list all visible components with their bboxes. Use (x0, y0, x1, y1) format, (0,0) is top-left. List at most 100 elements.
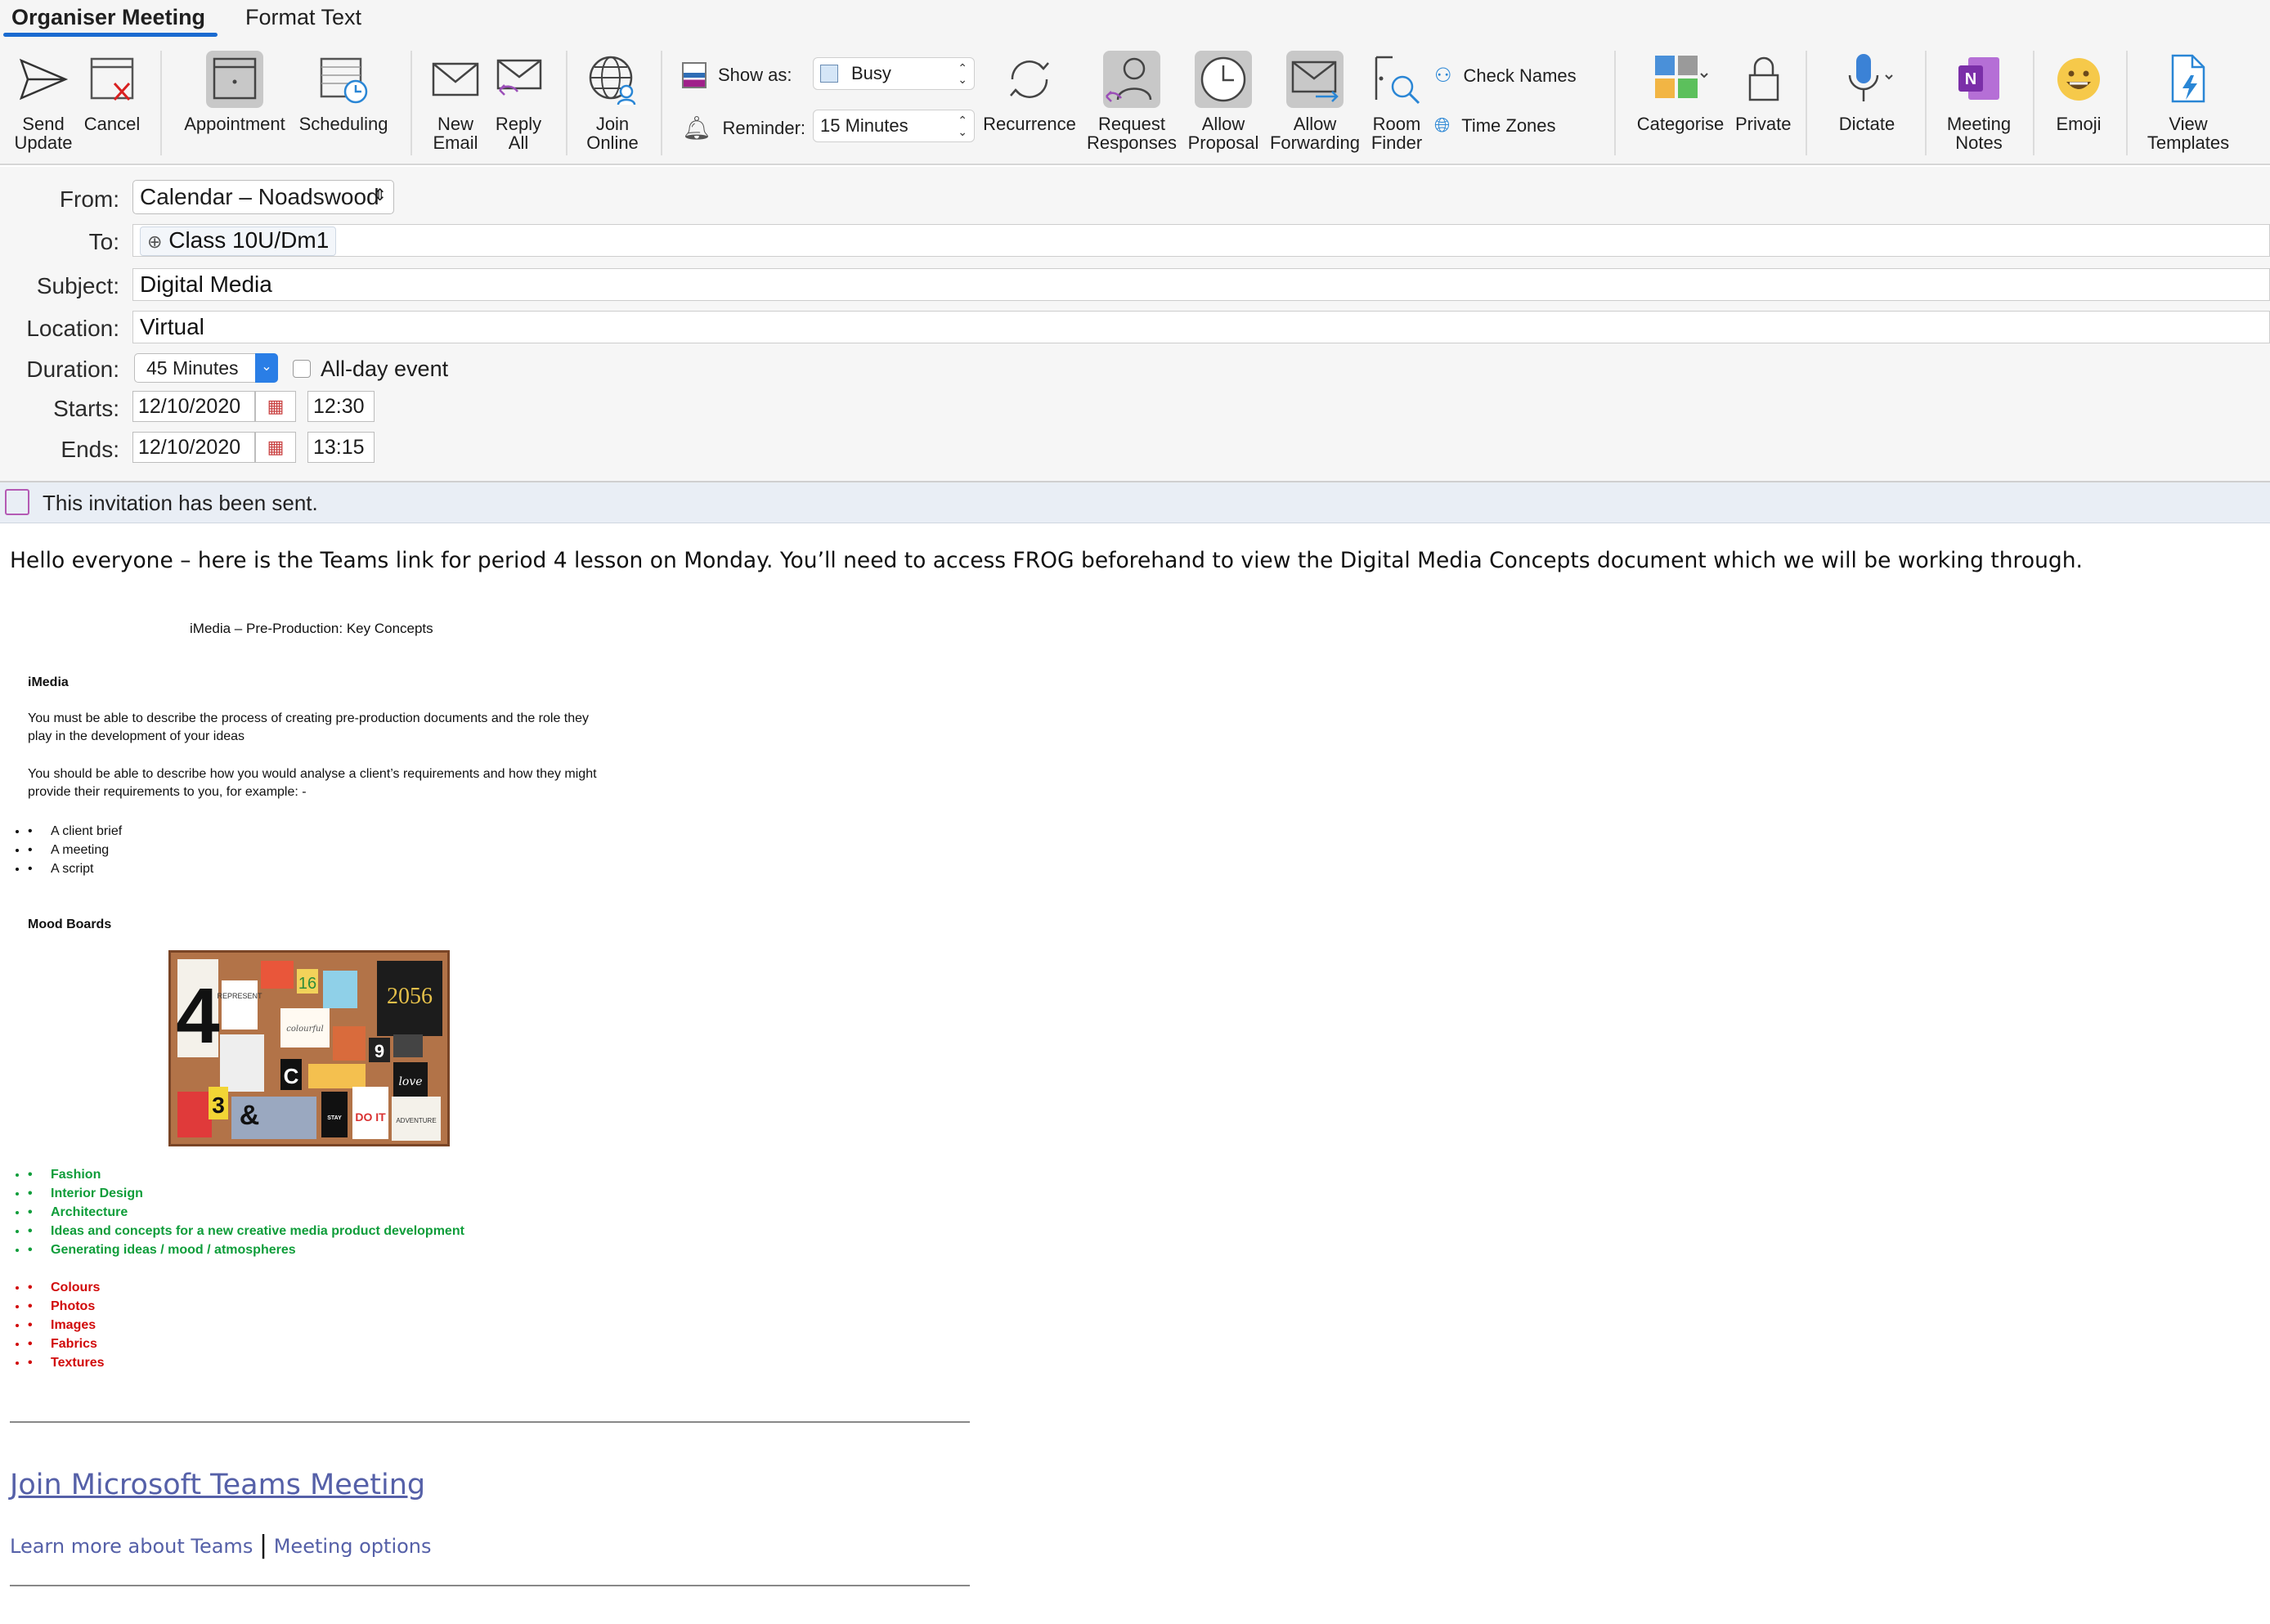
allow-proposal-button[interactable]: Allow Proposal (1186, 51, 1261, 152)
to-field[interactable]: ⊕ Class 10U/Dm1 (132, 224, 2270, 257)
envelope-icon (427, 51, 484, 108)
from-label: From: (59, 186, 119, 212)
expand-group-icon: ⊕ (147, 231, 163, 252)
appointment-button[interactable]: Appointment (178, 51, 291, 133)
scheduling-icon (315, 51, 372, 108)
moodboard-3: 3 (212, 1092, 225, 1118)
list-item: Photos (28, 1298, 105, 1317)
check-names-button[interactable]: ⚇ Check Names (1434, 64, 1577, 87)
moodboard-represent: REPRESENT (217, 992, 262, 1000)
show-as-select[interactable]: Busy ⌃ ⌄ (813, 57, 975, 90)
new-email-button[interactable]: New Email (424, 51, 487, 152)
list-item: A meeting (28, 841, 122, 860)
time-zones-button[interactable]: 🌐︎ Time Zones (1434, 114, 1556, 137)
request-responses-button[interactable]: Request Responses (1086, 51, 1178, 152)
onenote-icon: N (1950, 51, 2008, 108)
examples-list: A client brief A meeting A script (28, 823, 122, 879)
show-as-label: Show as: (718, 65, 792, 85)
busy-swatch (820, 65, 838, 83)
recurrence-icon (1001, 51, 1058, 108)
cancel-label: Cancel (83, 114, 141, 134)
list-item: Interior Design (28, 1185, 464, 1204)
send-icon (15, 51, 72, 108)
dropdown-chevron-icon: ⌄ (255, 353, 278, 383)
reminder-select[interactable]: 15 Minutes ⌃ ⌄ (813, 110, 975, 142)
all-day-label: All-day event (321, 357, 449, 381)
list-item: Fashion (28, 1166, 464, 1185)
view-templates-button[interactable]: View Templates (2142, 51, 2234, 152)
all-day-checkbox[interactable] (293, 360, 311, 378)
moodboard-number-4: 4 (176, 972, 219, 1060)
join-teams-meeting-link[interactable]: Join Microsoft Teams Meeting (10, 1469, 425, 1501)
banner-text: This invitation has been sent. (43, 491, 318, 515)
tab-format-text[interactable]: Format Text (245, 5, 361, 30)
location-field[interactable]: Virtual (132, 311, 2270, 343)
start-date-field[interactable]: 12/10/2020 (132, 391, 255, 422)
meeting-options-link[interactable]: Meeting options (274, 1535, 432, 1558)
room-finder-button[interactable]: Room Finder (1367, 51, 1426, 152)
send-update-label: Send Update (14, 114, 73, 153)
reply-all-button[interactable]: Reply All (489, 51, 548, 152)
time-zones-label: Time Zones (1461, 115, 1556, 136)
show-as-icon (682, 62, 707, 88)
recurrence-button[interactable]: Recurrence (981, 51, 1078, 133)
emoji-icon (2050, 51, 2107, 108)
divider (10, 1585, 970, 1586)
recipient-chip[interactable]: ⊕ Class 10U/Dm1 (140, 227, 337, 256)
start-time-field[interactable]: 12:30 (307, 391, 375, 422)
emoji-button[interactable]: Emoji (2049, 51, 2108, 133)
join-online-button[interactable]: Join Online (579, 51, 646, 152)
reply-all-icon (490, 51, 547, 108)
show-as-value: Busy (851, 63, 891, 83)
dictate-button[interactable]: Dictate (1825, 51, 1909, 133)
reply-all-label: Reply All (495, 114, 542, 153)
emoji-label: Emoji (2056, 114, 2102, 134)
starts-label: Starts: (53, 396, 119, 421)
from-select[interactable]: Calendar – Noadswood ⇕ (132, 180, 394, 214)
end-date-field[interactable]: 12/10/2020 (132, 432, 255, 463)
meeting-notes-button[interactable]: N Meeting Notes (1940, 51, 2018, 152)
forward-mail-icon (1286, 51, 1344, 108)
send-update-button[interactable]: Send Update (11, 51, 75, 152)
mood-board-uses-list: Fashion Interior Design Architecture Ide… (28, 1166, 464, 1260)
recurrence-label: Recurrence (983, 114, 1076, 134)
dictate-label: Dictate (1838, 114, 1895, 134)
moodboard-9: 9 (375, 1041, 384, 1061)
stepper-icon: ⌃ ⌄ (958, 61, 967, 86)
private-button[interactable]: Private (1735, 51, 1791, 133)
allow-forwarding-label: Allow Forwarding (1269, 114, 1361, 153)
view-templates-label: View Templates (2147, 114, 2230, 153)
list-item: Ideas and concepts for a new creative me… (28, 1222, 464, 1241)
scheduling-label: Scheduling (298, 114, 388, 134)
from-value: Calendar – Noadswood (140, 184, 379, 209)
cancel-meeting-icon (83, 51, 141, 108)
categorise-button[interactable]: Categorise (1631, 51, 1730, 133)
appointment-icon (206, 51, 263, 108)
tab-organiser-meeting[interactable]: Organiser Meeting (11, 5, 205, 30)
sent-invitation-icon (5, 489, 29, 515)
stepper-icon: ⌃ ⌄ (958, 114, 967, 138)
clock-icon (1195, 51, 1252, 108)
lock-icon (1735, 51, 1792, 108)
subject-field[interactable]: Digital Media (132, 268, 2270, 301)
private-label: Private (1735, 114, 1792, 134)
list-item: Images (28, 1317, 105, 1335)
allow-proposal-label: Allow Proposal (1187, 114, 1259, 153)
moodboard-love: love (398, 1075, 422, 1088)
ribbon-toolbar: Send Update Cancel Appointment Schedulin… (0, 39, 2270, 165)
moodboard-do-it: DO IT (355, 1110, 386, 1124)
cancel-button[interactable]: Cancel (80, 51, 144, 133)
calendar-picker-icon[interactable]: ▦ (255, 391, 296, 422)
end-time-field[interactable]: 13:15 (307, 432, 375, 463)
duration-select[interactable]: 45 Minutes ⌄ (134, 353, 278, 383)
room-finder-icon (1368, 51, 1425, 108)
meeting-header-form: From: Calendar – Noadswood ⇕ To: ⊕ Class… (0, 167, 2270, 482)
duration-label: Duration: (26, 357, 119, 382)
calendar-picker-icon[interactable]: ▦ (255, 432, 296, 463)
location-label: Location: (26, 316, 119, 341)
learn-more-link[interactable]: Learn more about Teams (10, 1535, 253, 1558)
allow-forwarding-button[interactable]: Allow Forwarding (1269, 51, 1361, 152)
mood-board-picture: 4 REPRESENT 16 2056 colourful 9 C love 3… (171, 953, 447, 1144)
categorise-icon (1652, 51, 1709, 108)
scheduling-button[interactable]: Scheduling (296, 51, 391, 133)
